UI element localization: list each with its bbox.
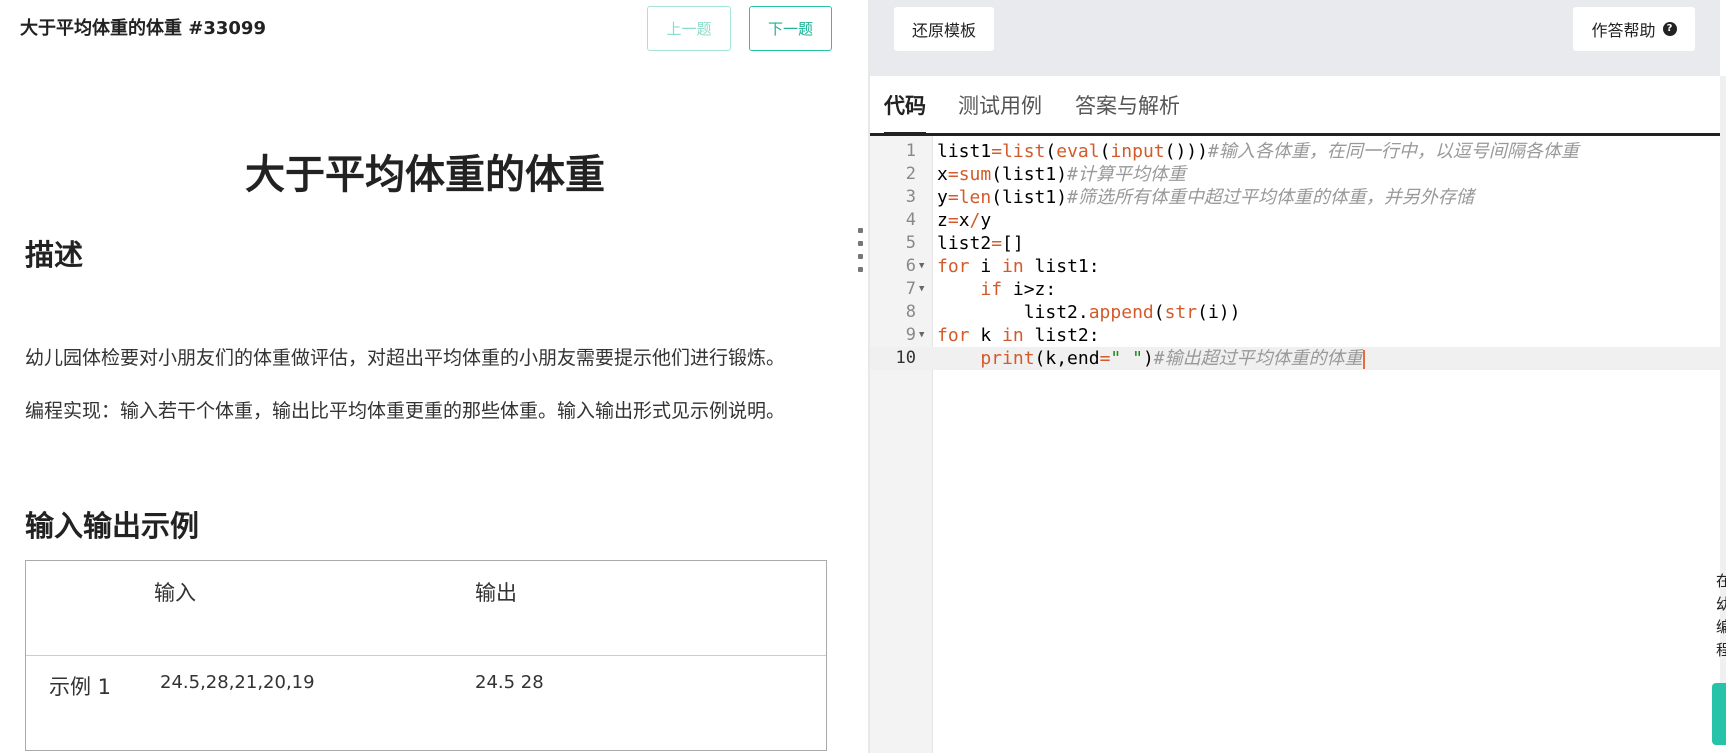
line-number: 2 xyxy=(905,164,916,184)
problem-title: 大于平均体重的体重 xyxy=(245,152,605,198)
line-number: 5 xyxy=(905,233,916,253)
code-text: if i>z: xyxy=(980,279,1057,300)
next-problem-button[interactable]: 下一题 xyxy=(749,6,832,51)
code-text: print(k,end=" ")#输出超过平均体重的体重 xyxy=(980,348,1365,369)
fold-arrow-icon[interactable]: ▼ xyxy=(919,278,924,301)
line-number: 4 xyxy=(905,210,916,230)
editor-toolbar: 还原模板 作答帮助 ? xyxy=(870,0,1720,76)
line-number: 7 xyxy=(905,279,916,299)
code-line[interactable]: 7 ▼ if i>z: xyxy=(870,278,1720,301)
line-number: 9 xyxy=(905,325,916,345)
code-text: list1=list(eval(input()))#输入各体重，在同一行中，以逗… xyxy=(937,141,1579,162)
tab-answer-analysis[interactable]: 答案与解析 xyxy=(1075,90,1180,132)
question-circle-icon: ? xyxy=(1662,22,1677,36)
code-editor[interactable]: 1 list1=list(eval(input()))#输入各体重，在同一行中，以… xyxy=(870,136,1720,753)
io-column-output: 输出 xyxy=(475,581,517,605)
code-line[interactable]: 6 ▼ for i in list1: xyxy=(870,255,1720,278)
grip-dot xyxy=(857,254,863,259)
io-row-label: 示例 1 xyxy=(49,675,112,699)
code-text: z=x/y xyxy=(937,210,992,231)
grip-dot xyxy=(857,241,863,246)
code-line[interactable]: 9 ▼ for k in list2: xyxy=(870,324,1720,347)
code-text: for i in list1: xyxy=(937,256,1100,277)
code-text: for k in list2: xyxy=(937,325,1100,346)
editor-tabs: 代码 测试用例 答案与解析 xyxy=(870,76,1720,136)
io-row-output: 24.5 28 xyxy=(475,672,544,693)
prev-problem-button[interactable]: 上一题 xyxy=(647,6,731,51)
line-number: 8 xyxy=(905,302,916,322)
io-example-heading: 输入输出示例 xyxy=(25,509,200,543)
io-table-header: 输入 输出 xyxy=(26,561,826,656)
code-line[interactable]: 2 x=sum(list1)#计算平均体重 xyxy=(870,163,1720,186)
line-number: 10 xyxy=(895,348,916,368)
grip-dot xyxy=(857,267,863,272)
problem-panel: 大于平均体重的体重 #33099 上一题 下一题 大于平均体重的体重 描述 幼儿… xyxy=(0,0,868,753)
io-example-table: 输入 输出 示例 1 24.5,28,21,20,19 24.5 28 xyxy=(25,560,827,751)
grip-dot xyxy=(857,228,863,233)
description-paragraph-2: 编程实现：输入若干个体重，输出比平均体重更重的那些体重。输入输出形式见示例说明。 xyxy=(25,400,786,422)
code-text: y=len(list1)#筛选所有体重中超过平均体重的体重，并另外存储 xyxy=(937,187,1474,208)
description-paragraph-1: 幼儿园体检要对小朋友们的体重做评估，对超出平均体重的小朋友需要提示他们进行锻炼。 xyxy=(25,347,786,369)
code-line[interactable]: 5 list2=[] xyxy=(870,232,1720,255)
clipped-side-text: 在幼编程 xyxy=(1716,572,1726,659)
code-text: list2.append(str(i)) xyxy=(937,302,1241,323)
fold-arrow-icon[interactable]: ▼ xyxy=(919,255,924,278)
code-line[interactable]: 4 z=x/y xyxy=(870,209,1720,232)
help-button-label: 作答帮助 xyxy=(1591,21,1656,40)
fold-arrow-icon[interactable]: ▼ xyxy=(919,324,924,347)
tab-code[interactable]: 代码 xyxy=(884,90,926,136)
tab-test-cases[interactable]: 测试用例 xyxy=(958,90,1042,132)
code-line[interactable]: 8 list2.append(str(i)) xyxy=(870,301,1720,324)
io-row-input: 24.5,28,21,20,19 xyxy=(160,672,315,693)
code-text: x=sum(list1)#计算平均体重 xyxy=(937,164,1186,185)
code-line[interactable]: 1 list1=list(eval(input()))#输入各体重，在同一行中，以… xyxy=(870,140,1720,163)
resize-handle[interactable] xyxy=(857,228,863,272)
problem-header-title: 大于平均体重的体重 #33099 xyxy=(20,18,266,39)
code-panel: 还原模板 作答帮助 ? 代码 测试用例 答案与解析 1 list1=list(ev… xyxy=(870,0,1726,753)
line-number: 3 xyxy=(905,187,916,207)
code-line[interactable]: 3 y=len(list1)#筛选所有体重中超过平均体重的体重，并另外存储 xyxy=(870,186,1720,209)
help-button[interactable]: 作答帮助 ? xyxy=(1573,7,1695,51)
line-number: 6 xyxy=(905,256,916,276)
description-heading: 描述 xyxy=(25,238,84,272)
io-column-input: 输入 xyxy=(154,581,196,605)
side-tab-button[interactable] xyxy=(1712,683,1726,745)
line-number: 1 xyxy=(905,141,916,161)
reset-template-button[interactable]: 还原模板 xyxy=(894,7,994,51)
code-line[interactable]: 10 print(k,end=" ")#输出超过平均体重的体重 xyxy=(870,347,1720,370)
code-text: list2=[] xyxy=(937,233,1024,254)
